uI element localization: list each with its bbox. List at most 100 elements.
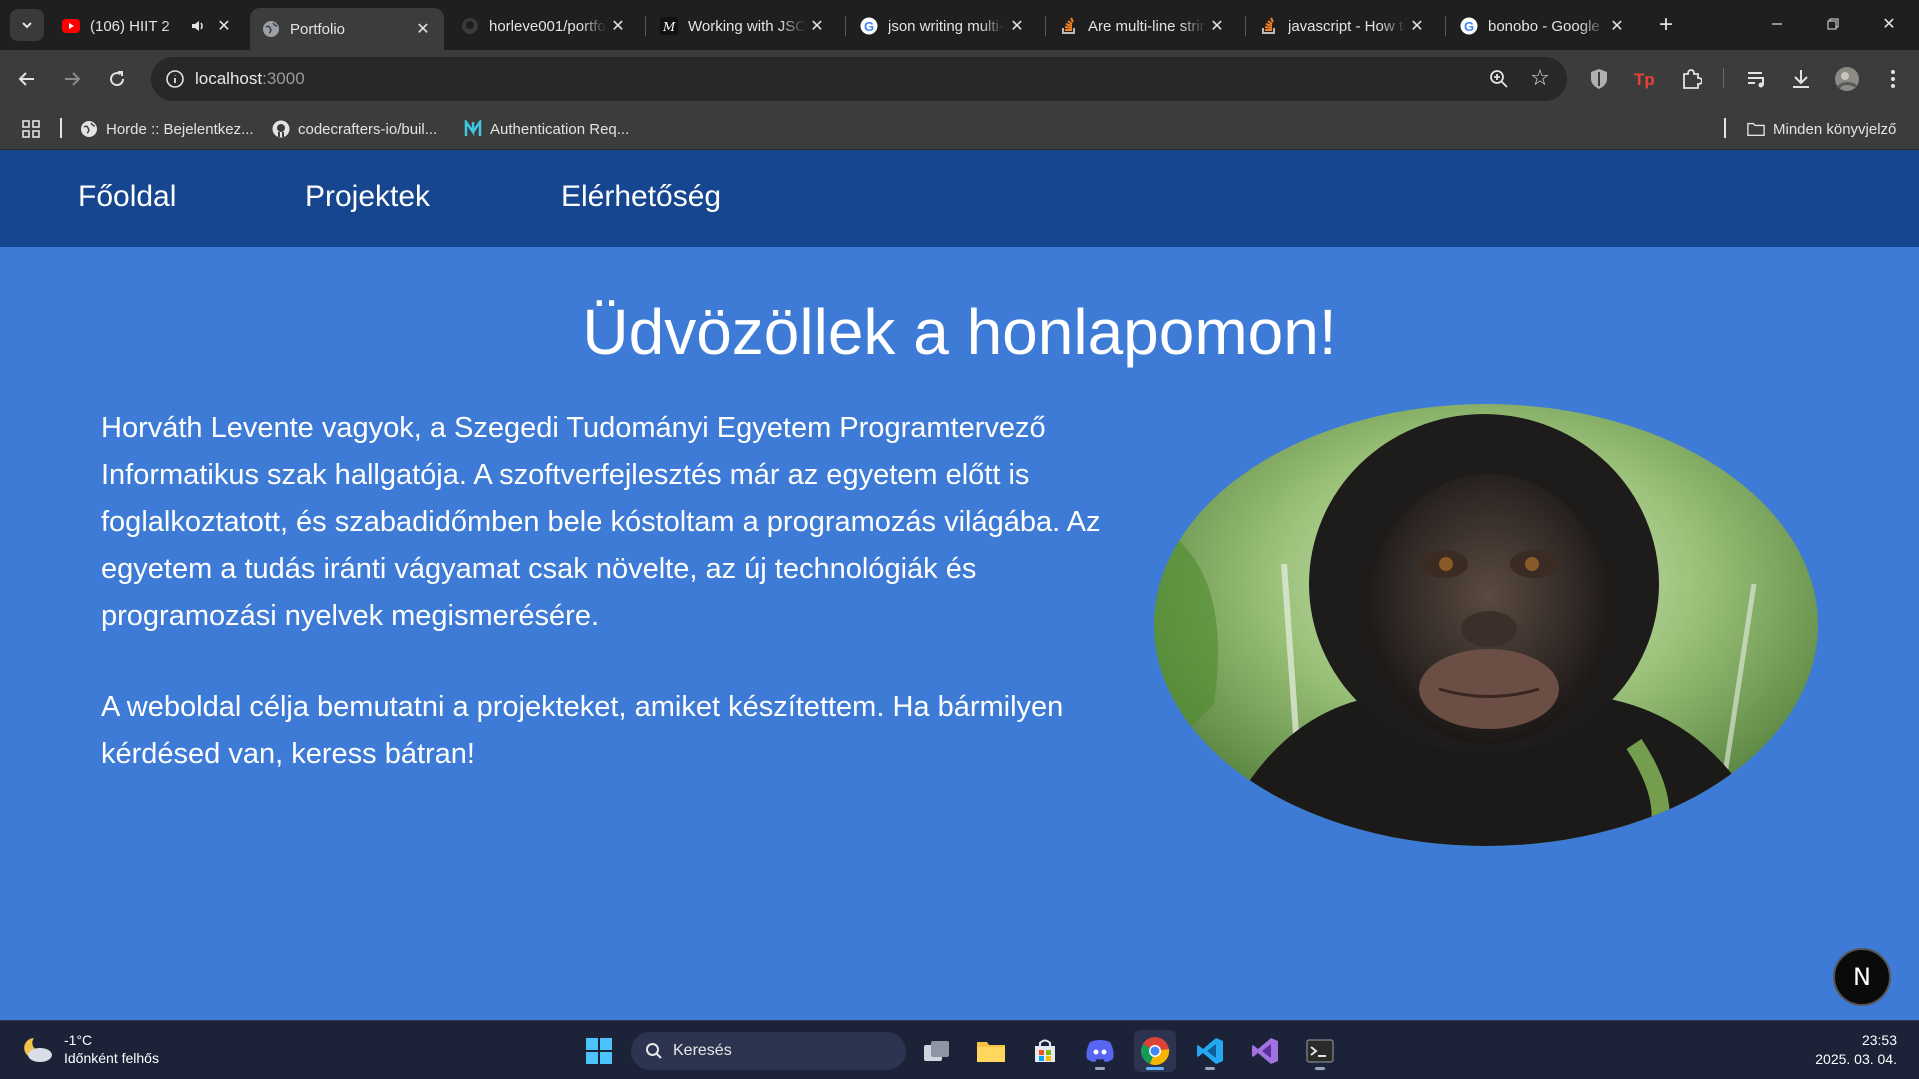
weather-temp: -1°C (64, 1032, 93, 1048)
visual-studio-button[interactable] (1244, 1030, 1286, 1072)
google-icon: G (1460, 17, 1478, 35)
close-icon[interactable]: ✕ (806, 15, 828, 37)
vscode-button[interactable] (1189, 1030, 1231, 1072)
tab-title: Portfolio (290, 20, 346, 38)
tab-title: json writing multi-line (888, 17, 1006, 35)
tab-title: (106) HIIT 2 (90, 17, 170, 35)
close-window-button[interactable]: ✕ (1866, 8, 1912, 40)
media-control-icon[interactable] (1742, 64, 1772, 94)
url-text[interactable]: localhost:3000 (195, 69, 305, 89)
apps-button[interactable] (22, 118, 40, 140)
bookmark-star-icon[interactable]: ☆ (1527, 65, 1553, 91)
tab-stackoverflow-2[interactable]: javascript - How to ✕ (1248, 8, 1438, 44)
site-main: Üdvözöllek a honlapomon! Horváth Levente… (0, 247, 1919, 1020)
nav-link-contact[interactable]: Elérhetőség (561, 180, 721, 214)
globe-icon (80, 120, 98, 138)
nextjs-badge-label: N (1853, 963, 1871, 991)
back-button[interactable] (10, 62, 44, 96)
microsoft-store-icon (1035, 1039, 1055, 1062)
partly-cloudy-night-icon (24, 1038, 52, 1062)
bookmark-authentication[interactable]: Authentication Req... (464, 118, 629, 140)
puzzle-extensions-icon[interactable] (1676, 64, 1706, 94)
task-view-button[interactable] (916, 1030, 958, 1072)
file-explorer-button[interactable] (970, 1030, 1012, 1072)
nav-link-projects[interactable]: Projektek (305, 180, 430, 214)
system-clock[interactable]: 23:53 2025. 03. 04. (1815, 1031, 1897, 1069)
close-icon[interactable]: ✕ (412, 18, 434, 40)
svg-text:Tp: Tp (1634, 70, 1655, 89)
close-icon[interactable]: ✕ (607, 15, 629, 37)
url-host: localhost (195, 69, 263, 88)
running-indicator (1095, 1067, 1105, 1070)
profile-avatar[interactable] (1832, 64, 1862, 94)
tab-title: Working with JSON (688, 17, 806, 35)
close-icon[interactable]: ✕ (1006, 15, 1028, 37)
tab-stackoverflow-1[interactable]: Are multi-line strings ✕ (1048, 8, 1238, 44)
tab-google-json[interactable]: G json writing multi-line ✕ (848, 8, 1038, 44)
zoom-icon[interactable] (1487, 67, 1511, 91)
start-button[interactable] (578, 1030, 620, 1072)
bonobo-photo-image (1154, 404, 1818, 846)
search-icon (646, 1043, 662, 1059)
minimize-icon (1772, 23, 1782, 25)
running-indicator (1315, 1067, 1325, 1070)
new-tab-button[interactable]: + (1651, 10, 1681, 40)
bookmark-label: codecrafters-io/buil... (298, 120, 438, 138)
tab-github[interactable]: horleve001/portfolio ✕ (449, 8, 639, 44)
toolbar-separator (1723, 68, 1724, 88)
browser-toolbar: localhost:3000 ☆ Tp (0, 50, 1919, 108)
weather-widget[interactable]: -1°C Időnként felhős (20, 1031, 159, 1067)
google-icon: G (860, 17, 878, 35)
restore-button[interactable] (1810, 8, 1856, 40)
tab-youtube[interactable]: (106) HIIT 2 ✕ (50, 8, 245, 44)
shield-extension-icon[interactable] (1584, 64, 1614, 94)
tab-title: javascript - How to (1288, 17, 1406, 35)
download-icon[interactable] (1786, 64, 1816, 94)
info-icon[interactable] (163, 67, 187, 91)
svg-text:M: M (662, 20, 676, 34)
site-navigation: Főoldal Projektek Elérhetőség (0, 150, 1919, 247)
tab-google-bonobo[interactable]: G bonobo - Google ✕ (1448, 8, 1638, 44)
reload-icon (110, 71, 125, 87)
intro-text: Horváth Levente vagyok, a Szegedi Tudomá… (101, 405, 1141, 778)
intro-paragraph: Horváth Levente vagyok, a Szegedi Tudomá… (101, 412, 1101, 632)
all-bookmarks-button[interactable]: Minden könyvjelző (1747, 118, 1896, 140)
tab-portfolio[interactable]: Portfolio ✕ (250, 8, 444, 50)
clock-time: 23:53 (1861, 1032, 1897, 1048)
taskbar-search[interactable]: Keresés (631, 1032, 906, 1070)
nextjs-dev-indicator-button[interactable]: N (1833, 948, 1891, 1006)
minimize-button[interactable] (1754, 8, 1800, 40)
vscode-icon (1197, 1038, 1223, 1064)
bookmarks-bar: Horde :: Bejelentkez... codecrafters-io/… (0, 108, 1919, 150)
more-menu-icon[interactable] (1878, 64, 1908, 94)
reload-button[interactable] (100, 62, 134, 96)
chrome-button[interactable] (1134, 1030, 1176, 1072)
all-bookmarks-label: Minden könyvjelző (1773, 120, 1897, 138)
stackoverflow-icon (1260, 17, 1278, 35)
discord-icon (1086, 1040, 1114, 1062)
address-bar[interactable]: localhost:3000 ☆ (151, 57, 1567, 101)
bookmark-horde[interactable]: Horde :: Bejelentkez... (80, 118, 254, 140)
close-icon: ✕ (1882, 16, 1896, 33)
close-icon[interactable]: ✕ (213, 15, 235, 37)
nav-link-home[interactable]: Főoldal (78, 180, 176, 214)
bookmark-codecrafters[interactable]: codecrafters-io/buil... (272, 118, 437, 140)
close-icon[interactable]: ✕ (1406, 15, 1428, 37)
terminal-icon (1306, 1039, 1334, 1063)
bookmark-label: Horde :: Bejelentkez... (106, 120, 254, 138)
tab-separator (1045, 16, 1046, 36)
medium-icon: M (660, 17, 678, 35)
tab-search-button[interactable] (10, 9, 44, 41)
tp-extension-icon[interactable]: Tp (1630, 64, 1660, 94)
forward-button[interactable] (55, 62, 89, 96)
bookmark-separator (1724, 118, 1726, 138)
close-icon[interactable]: ✕ (1606, 15, 1628, 37)
chrome-icon (1141, 1037, 1170, 1065)
close-icon[interactable]: ✕ (1206, 15, 1228, 37)
clock-date: 2025. 03. 04. (1815, 1051, 1897, 1067)
microsoft-store-button[interactable] (1024, 1030, 1066, 1072)
speaker-icon[interactable] (189, 17, 207, 35)
terminal-button[interactable] (1299, 1030, 1341, 1072)
discord-button[interactable] (1079, 1030, 1121, 1072)
tab-medium[interactable]: M Working with JSON ✕ (648, 8, 838, 44)
